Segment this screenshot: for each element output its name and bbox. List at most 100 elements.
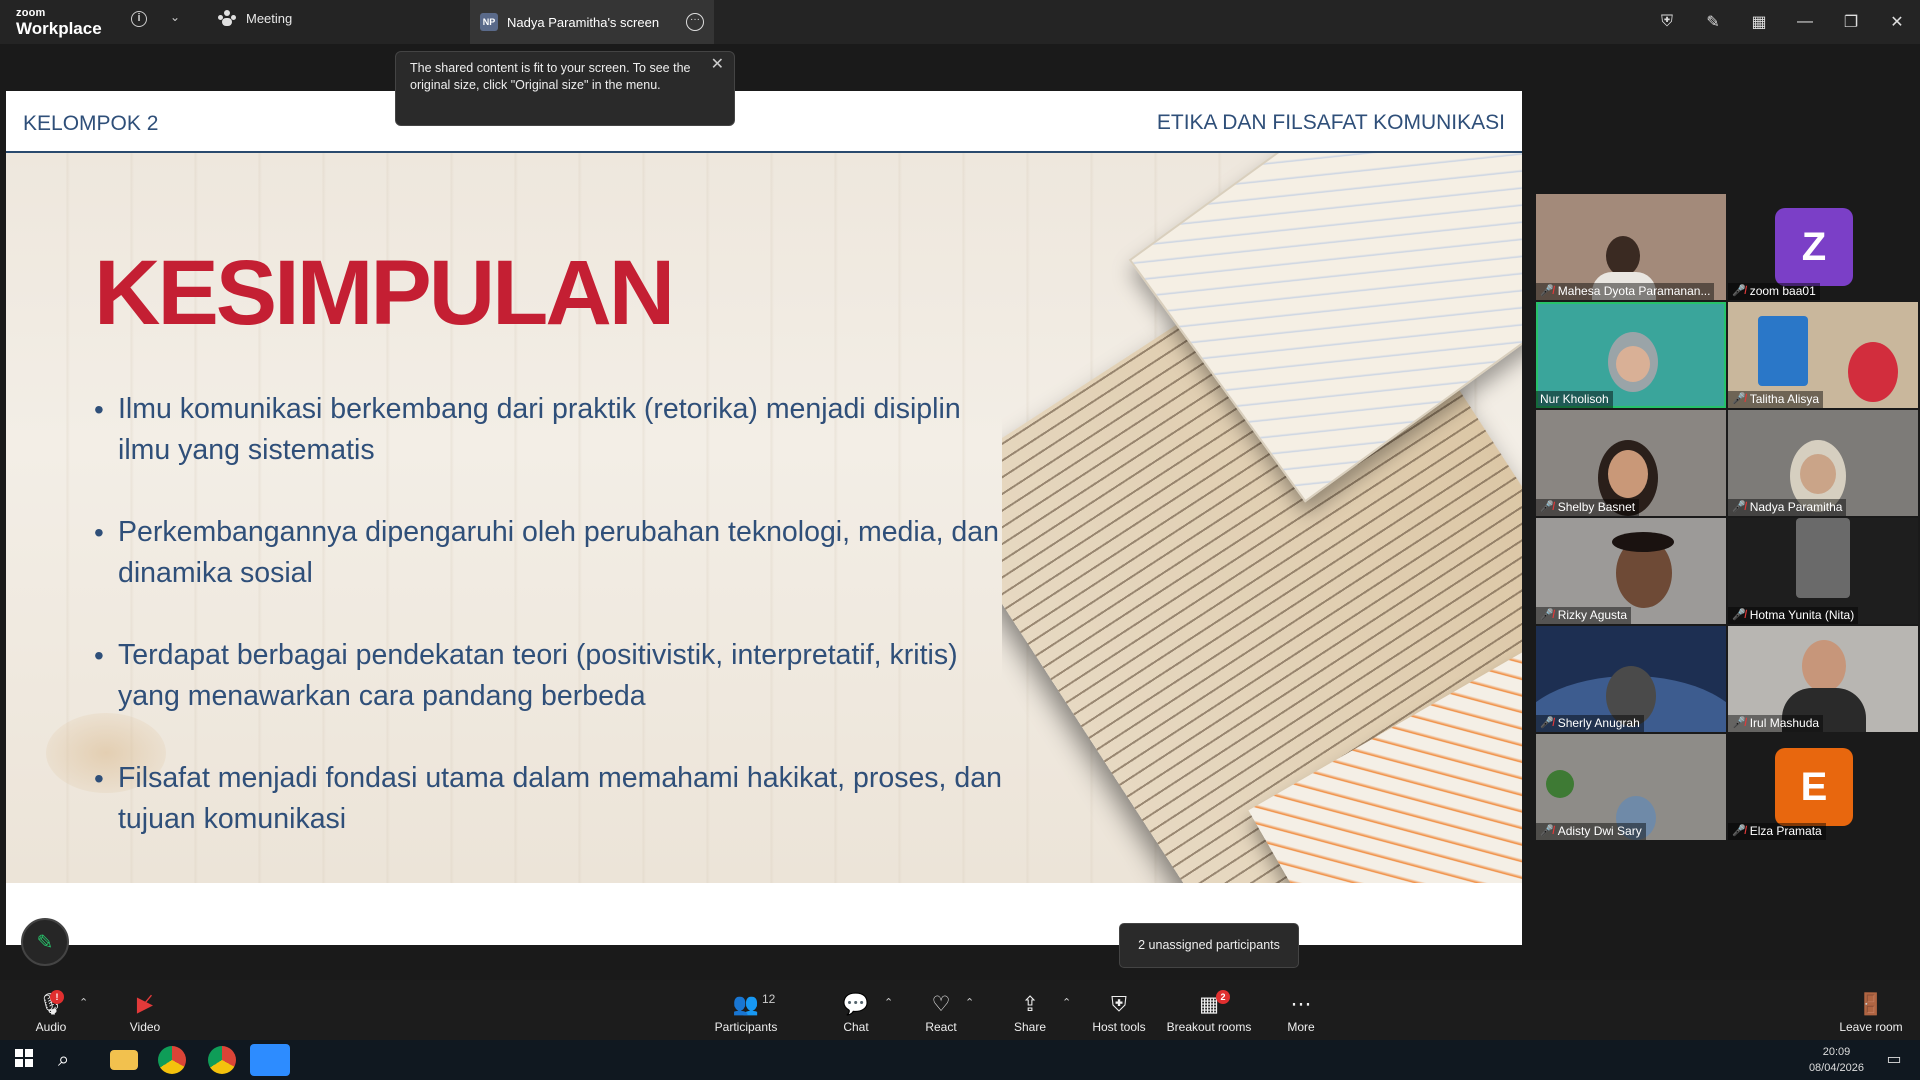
video-tile[interactable]: 🎤̸ Rizky Agusta xyxy=(1536,518,1726,624)
meeting-icon xyxy=(218,10,236,26)
zoom-logo: zoom Workplace xyxy=(16,7,102,38)
mic-muted-icon: 🎤̸ xyxy=(1540,717,1554,729)
meeting-toolbar: 🎙 Audio ! ⌃ ▶̸ Video 👥 Participants 12 💬… xyxy=(0,980,1920,1040)
participants-button[interactable]: 👥 Participants xyxy=(714,980,778,1040)
video-tile[interactable]: 🎤̸ Sherly Anugrah xyxy=(1536,626,1726,732)
participant-name-label: 🎤̸ Rizky Agusta xyxy=(1536,607,1632,624)
video-button[interactable]: ▶̸ Video xyxy=(125,980,165,1040)
windows-start-icon[interactable] xyxy=(12,1046,40,1074)
leave-room-button[interactable]: 🚪 Leave room xyxy=(1838,980,1904,1040)
window-controls: ⛨ ✎ ▦ — ❐ ✕ xyxy=(1644,0,1920,44)
heart-icon: ♡ xyxy=(931,993,951,1016)
mic-muted-icon: 🎤̸ xyxy=(1540,501,1554,513)
more-options-icon[interactable]: ··· xyxy=(686,13,704,31)
tab-shared-screen[interactable]: NP Nadya Paramitha's screen ··· xyxy=(470,0,714,44)
participant-name-label: 🎤̸ Talitha Alisya xyxy=(1728,391,1824,408)
chrome-icon[interactable] xyxy=(158,1046,186,1074)
participant-name-label: 🎤̸ Irul Mashuda xyxy=(1728,715,1824,732)
chat-icon: 💬 xyxy=(842,993,870,1016)
mic-muted-icon: 🎤̸ xyxy=(1732,609,1746,621)
avatar: E xyxy=(1775,748,1853,826)
mic-muted-icon: 🎤̸ xyxy=(1732,501,1746,513)
more-button[interactable]: ⋯ More xyxy=(1285,980,1317,1040)
participants-count: 12 xyxy=(762,992,776,1006)
slide-header-right: ETIKA DAN FILSAFAT KOMUNIKASI xyxy=(1156,111,1505,134)
pencil-icon[interactable]: ✎ xyxy=(1690,12,1736,32)
close-tooltip-icon[interactable]: ✕ xyxy=(711,56,724,73)
system-clock[interactable]: 20:09 08/04/2026 xyxy=(1809,1044,1864,1076)
audio-alert-badge: ! xyxy=(50,990,64,1004)
video-tile[interactable]: Z 🎤̸ zoom baa01 xyxy=(1728,194,1918,300)
breakout-rooms-button[interactable]: ▦ Breakout rooms xyxy=(1166,980,1252,1040)
annotate-pen-button[interactable]: ✎ xyxy=(21,918,69,966)
slide-bullet: Ilmu komunikasi berkembang dari praktik … xyxy=(94,389,1018,471)
chat-options-caret[interactable]: ⌃ xyxy=(884,996,893,1009)
slide-bullet-list: Ilmu komunikasi berkembang dari praktik … xyxy=(94,389,1018,881)
slide-bullet: Perkembangannya dipengaruhi oleh perubah… xyxy=(94,512,1018,594)
avatar: Z xyxy=(1775,208,1853,286)
participant-name-label: 🎤̸ Mahesa Dyota Paramanan... xyxy=(1536,283,1715,300)
mic-muted-icon: 🎤̸ xyxy=(1732,825,1746,837)
audio-button[interactable]: 🎙 Audio xyxy=(34,980,68,1040)
share-button[interactable]: ⇪ Share xyxy=(1013,980,1047,1040)
participant-name-label: Nur Kholisoh xyxy=(1536,391,1613,408)
map-papers-image xyxy=(1002,153,1522,883)
mic-muted-icon: 🎤̸ xyxy=(1732,285,1746,297)
participant-name-label: 🎤̸ Sherly Anugrah xyxy=(1536,715,1644,732)
video-tile[interactable]: E 🎤̸ Elza Pramata xyxy=(1728,734,1918,840)
info-icon[interactable]: i xyxy=(131,11,147,27)
chat-button[interactable]: 💬 Chat xyxy=(840,980,872,1040)
participant-name-label: 🎤̸ Elza Pramata xyxy=(1728,823,1826,840)
video-tile[interactable]: 🎤̸ Hotma Yunita (Nita) xyxy=(1728,518,1918,624)
video-tile[interactable]: 🎤̸ Nadya Paramitha xyxy=(1728,410,1918,516)
pen-icon: ✎ xyxy=(36,931,54,954)
os-taskbar: ⌕ 20:09 08/04/2026 ▭ xyxy=(0,1040,1920,1080)
leave-door-icon: 🚪 xyxy=(1857,993,1885,1016)
participants-icon: 👥 xyxy=(732,993,760,1016)
sharer-badge: NP xyxy=(480,13,498,31)
unassigned-participants-tooltip: 2 unassigned participants xyxy=(1119,923,1299,968)
video-tile[interactable]: 🎤̸ Irul Mashuda xyxy=(1728,626,1918,732)
host-tools-button[interactable]: ⛨ Host tools xyxy=(1090,980,1148,1040)
react-options-caret[interactable]: ⌃ xyxy=(965,996,974,1009)
breakout-badge: 2 xyxy=(1216,990,1230,1004)
video-tile[interactable]: 🎤̸ Talitha Alisya xyxy=(1728,302,1918,408)
video-tile[interactable]: 🎤̸ Adisty Dwi Sary xyxy=(1536,734,1726,840)
shield-icon[interactable]: ⛨ xyxy=(1644,13,1690,31)
mic-muted-icon: 🎤̸ xyxy=(1540,285,1554,297)
react-button[interactable]: ♡ React xyxy=(924,980,958,1040)
search-icon[interactable]: ⌕ xyxy=(58,1046,86,1074)
share-options-caret[interactable]: ⌃ xyxy=(1062,996,1071,1009)
zoom-taskbar-icon[interactable] xyxy=(250,1044,290,1076)
minimize-icon[interactable]: — xyxy=(1782,13,1828,31)
share-screen-icon: ⇪ xyxy=(1021,993,1039,1016)
close-icon[interactable]: ✕ xyxy=(1874,12,1920,32)
fit-to-screen-tooltip: The shared content is fit to your screen… xyxy=(395,51,735,126)
notification-icon[interactable]: ▭ xyxy=(1880,1046,1908,1074)
video-tile[interactable]: 🎤̸ Shelby Basnet xyxy=(1536,410,1726,516)
audio-options-caret[interactable]: ⌃ xyxy=(79,996,88,1009)
slide-title: KESIMPULAN xyxy=(94,242,675,344)
restore-icon[interactable]: ❐ xyxy=(1828,12,1874,32)
slide-header: KELOMPOK 2 ETIKA DAN FILSAFAT KOMUNIKASI xyxy=(6,91,1522,153)
participant-name-label: 🎤̸ Adisty Dwi Sary xyxy=(1536,823,1646,840)
video-tile[interactable]: 🎤̸ Mahesa Dyota Paramanan... xyxy=(1536,194,1726,300)
mic-muted-icon: 🎤̸ xyxy=(1732,717,1746,729)
file-explorer-icon[interactable] xyxy=(110,1050,138,1070)
chrome-profile-icon[interactable] xyxy=(208,1046,236,1074)
shared-screen: KELOMPOK 2 ETIKA DAN FILSAFAT KOMUNIKASI… xyxy=(6,91,1522,945)
participant-name-label: 🎤̸ Hotma Yunita (Nita) xyxy=(1728,607,1859,624)
tooltip-text: The shared content is fit to your screen… xyxy=(410,61,691,92)
view-layout-icon[interactable]: ▦ xyxy=(1736,12,1782,32)
chevron-down-icon[interactable]: ⌄ xyxy=(170,10,180,24)
mic-muted-icon: 🎤̸ xyxy=(1540,609,1554,621)
mic-muted-icon: 🎤̸ xyxy=(1540,825,1554,837)
title-bar: zoom Workplace i ⌄ Meeting NP Nadya Para… xyxy=(0,0,1920,44)
slide-bullet: Terdapat berbagai pendekatan teori (posi… xyxy=(94,635,1018,717)
participant-name-label: 🎤̸ zoom baa01 xyxy=(1728,283,1820,300)
tab-meeting-label: Meeting xyxy=(246,10,293,26)
tab-meeting[interactable]: Meeting xyxy=(218,10,292,26)
more-dots-icon: ⋯ xyxy=(1290,993,1312,1016)
participant-name-label: 🎤̸ Nadya Paramitha xyxy=(1728,499,1847,516)
video-tile-active-speaker[interactable]: Nur Kholisoh xyxy=(1536,302,1726,408)
